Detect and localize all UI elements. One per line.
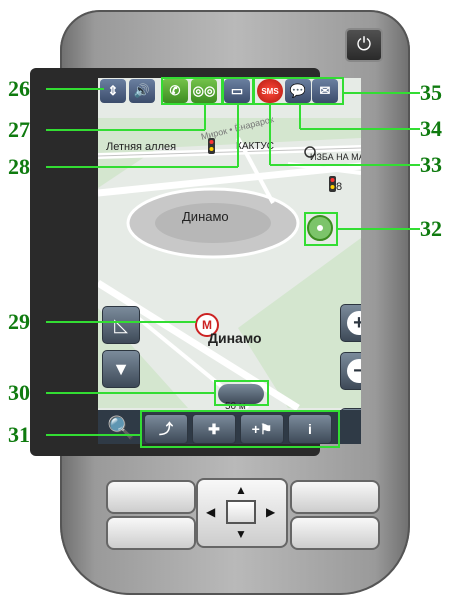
callout-box-poi: [304, 212, 338, 246]
zoom-out-button[interactable]: −: [340, 352, 361, 390]
callout-number-27: 27: [8, 117, 30, 142]
zoom-in-icon: +: [347, 311, 361, 335]
arrow-down-icon[interactable]: ▼: [235, 528, 247, 540]
compass-icon: ⇕: [107, 83, 119, 98]
search-icon: 🔍: [107, 415, 135, 440]
metro-station-label: Динамо: [208, 330, 262, 346]
compass-button[interactable]: ⇕: [100, 79, 126, 103]
power-icon: ⏻: [356, 34, 372, 54]
callout-box-scale: [214, 380, 269, 406]
poi-label-cactus: КАКТУС: [236, 141, 275, 152]
hardware-key-bottom-right[interactable]: [290, 516, 380, 550]
street-label-alley: Летняя аллея: [106, 141, 177, 153]
callout-number-32: 32: [420, 216, 442, 241]
callout-number-26: 26: [8, 76, 30, 101]
view-down-button[interactable]: ▼: [102, 350, 140, 388]
hardware-key-top-right[interactable]: [290, 480, 380, 514]
speaker-icon: 🔊: [133, 83, 151, 98]
callout-box-battery: [222, 77, 254, 105]
tilt-view-button[interactable]: ◺: [102, 306, 140, 344]
callout-number-29: 29: [8, 309, 30, 334]
triangle-down-icon: ▼: [112, 358, 130, 379]
dpad-center-button[interactable]: [226, 500, 256, 524]
callout-number-31: 31: [8, 422, 30, 447]
callout-number-34: 34: [420, 116, 442, 141]
hardware-key-bottom-left[interactable]: [106, 516, 196, 550]
tilt-icon: ◺: [114, 314, 128, 335]
zoom-in-button[interactable]: +: [340, 304, 361, 342]
arrow-left-icon[interactable]: ◀: [206, 506, 215, 518]
dpad[interactable]: ▲ ▼ ◀ ▶: [196, 478, 288, 548]
arrow-up-icon[interactable]: ▲: [235, 484, 247, 496]
stadium-label: Динамо: [182, 209, 229, 224]
distance-number: 8: [336, 181, 343, 193]
callout-number-35: 35: [420, 80, 442, 105]
callout-box-bottom: [140, 410, 340, 448]
hardware-key-top-left[interactable]: [106, 480, 196, 514]
arrow-right-icon[interactable]: ▶: [266, 506, 275, 518]
callout-number-28: 28: [8, 154, 30, 179]
callout-box-toolbar-right: [253, 77, 344, 105]
power-button[interactable]: ⏻: [345, 28, 383, 62]
poi-label-izba: ИЗБА НА МА: [310, 152, 361, 162]
callout-box-toolbar-left: [161, 77, 223, 105]
callout-number-30: 30: [8, 380, 30, 405]
zoom-out-icon: −: [347, 359, 361, 383]
sound-button[interactable]: 🔊: [129, 79, 155, 103]
callout-number-33: 33: [420, 152, 442, 177]
search-button[interactable]: 🔍: [100, 414, 142, 442]
